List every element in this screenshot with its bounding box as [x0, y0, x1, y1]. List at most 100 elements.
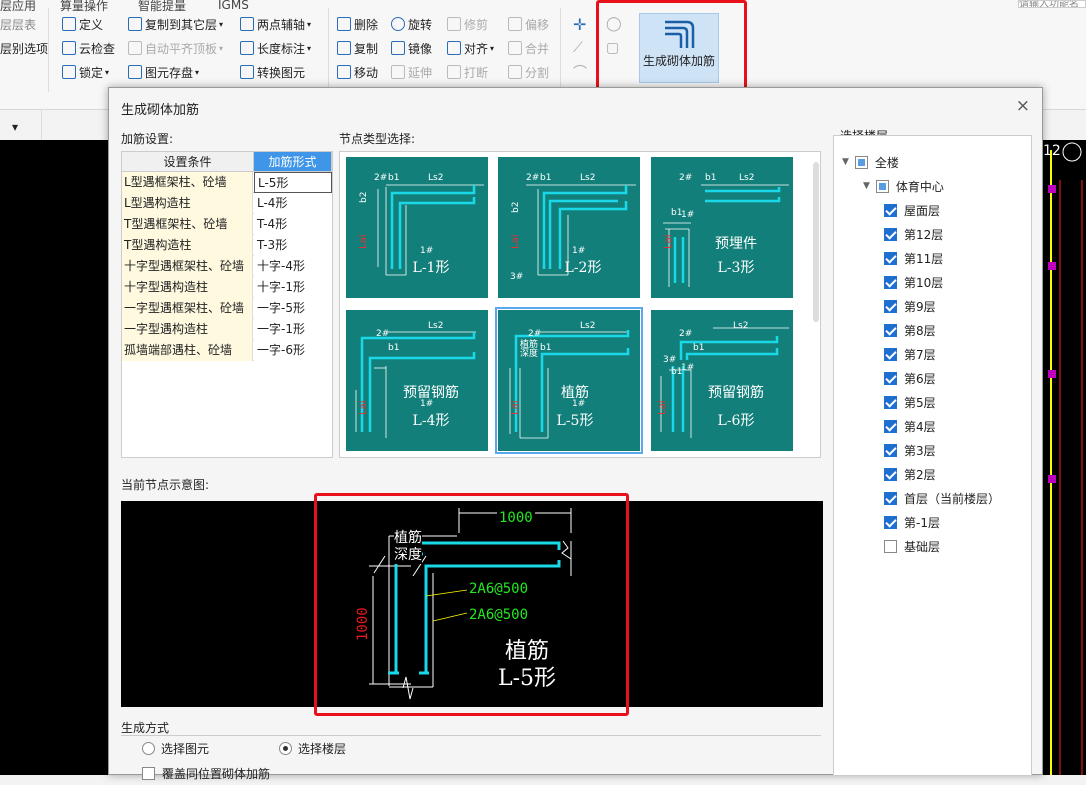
- form-cell[interactable]: 十字-4形: [254, 256, 332, 277]
- svg-text:Ls2: Ls2: [739, 173, 754, 183]
- layer-table-button[interactable]: 层层表: [0, 13, 36, 35]
- layer-options-button[interactable]: 层别选项: [0, 37, 48, 59]
- table-row[interactable]: T型遇构造柱 T-3形: [122, 235, 332, 256]
- copy-to-layer-button[interactable]: 复制到其它层 ▾: [128, 13, 223, 35]
- length-dim-button[interactable]: 长度标注 ▾: [240, 37, 311, 59]
- floor-checkbox[interactable]: [884, 443, 897, 457]
- convert-element-button[interactable]: 转换图元: [240, 61, 305, 83]
- form-cell[interactable]: T-4形: [254, 214, 332, 235]
- collapse-arrow-icon[interactable]: ▼: [842, 157, 849, 167]
- circle-tool[interactable]: ◯: [606, 13, 622, 35]
- floor-item[interactable]: 屋面层: [884, 198, 940, 222]
- table-row[interactable]: L型遇框架柱、砼墙 L-5形: [122, 172, 332, 193]
- floor-item[interactable]: 第8层: [884, 318, 936, 342]
- floor-checkbox[interactable]: [884, 515, 897, 529]
- floor-item[interactable]: 第11层: [884, 246, 943, 270]
- table-row[interactable]: 孤墙端部遇柱、砼墙 一字-6形: [122, 340, 332, 361]
- floor-item[interactable]: 基础层: [884, 534, 940, 558]
- auto-align-button[interactable]: 自动平齐顶板 ▾: [128, 37, 223, 59]
- node-tile[interactable]: Ls2 2# 1# b1 b1 Lai 预埋件 L-3形: [651, 157, 793, 298]
- line-tool[interactable]: ⟋: [573, 37, 583, 59]
- copy-button[interactable]: 复制: [337, 37, 378, 59]
- floor-checkbox[interactable]: [884, 251, 897, 265]
- rect-tool[interactable]: ▢: [606, 37, 619, 59]
- table-row[interactable]: 十字型遇构造柱 十字-1形: [122, 277, 332, 298]
- floor-item[interactable]: 第9层: [884, 294, 936, 318]
- trim-button[interactable]: 修剪: [447, 13, 488, 35]
- form-cell[interactable]: 十字-1形: [254, 277, 332, 298]
- form-cell[interactable]: T-3形: [254, 235, 332, 256]
- form-cell[interactable]: 一字-6形: [254, 340, 332, 361]
- node-tile[interactable]: Ls2 2# 1# b1 Lai 预留钢筋 L-4形: [346, 310, 488, 451]
- node-tile[interactable]: Ls2 2# 1# 植筋 深度 b1 Lai 植筋 L-5形: [497, 309, 641, 452]
- cloud-check-button[interactable]: 云检查: [62, 37, 115, 59]
- table-row[interactable]: 一字型遇构造柱 一字-1形: [122, 319, 332, 340]
- floor-checkbox[interactable]: [884, 467, 897, 481]
- split-button[interactable]: 分割: [508, 61, 549, 83]
- node-tile[interactable]: Ls2 2# 1# 3# b1 b1 Lai 预留钢筋 L-6形: [651, 310, 793, 451]
- radio-button-checked[interactable]: [279, 741, 292, 755]
- floor-item[interactable]: 首层（当前楼层）: [884, 486, 1000, 510]
- table-row[interactable]: T型遇框架柱、砼墙 T-4形: [122, 214, 332, 235]
- floor-checkbox[interactable]: [884, 347, 897, 361]
- overwrite-checkbox[interactable]: 覆盖同位置砌体加筋: [142, 761, 270, 785]
- floor-item[interactable]: 第-1层: [884, 510, 940, 534]
- extend-button[interactable]: 延伸: [391, 61, 432, 83]
- move-button[interactable]: 移动: [337, 61, 378, 83]
- delete-button[interactable]: 删除: [337, 13, 378, 35]
- close-icon[interactable]: ×: [1016, 96, 1030, 116]
- floor-item[interactable]: 第2层: [884, 462, 936, 486]
- tree-root[interactable]: ▼ 全楼: [842, 150, 899, 174]
- floor-item[interactable]: 第5层: [884, 390, 936, 414]
- form-cell[interactable]: L-5形: [254, 172, 332, 193]
- tree-root-checkbox[interactable]: [854, 155, 868, 169]
- rotate-button[interactable]: 旋转: [391, 13, 432, 35]
- node-tile[interactable]: Ls2 2# 1# b2 b1 Lai L-1形: [346, 157, 488, 298]
- define-button[interactable]: 定义: [62, 13, 103, 35]
- arc-tool[interactable]: ⌒: [573, 61, 587, 83]
- floor-item[interactable]: 第6层: [884, 366, 936, 390]
- floor-checkbox[interactable]: [884, 371, 897, 385]
- form-cell[interactable]: L-4形: [254, 193, 332, 214]
- two-point-axis-button[interactable]: 两点辅轴 ▾: [240, 13, 311, 35]
- generate-masonry-rebar-button[interactable]: 生成砌体加筋: [639, 13, 719, 83]
- save-element-button[interactable]: 图元存盘 ▾: [128, 61, 199, 83]
- floor-checkbox[interactable]: [884, 491, 897, 505]
- radio-select-floor[interactable]: 选择楼层: [279, 736, 346, 760]
- grid-scrollbar[interactable]: [813, 162, 819, 322]
- radio-button[interactable]: [142, 741, 155, 755]
- table-row[interactable]: 一字型遇框架柱、砼墙 一字-5形: [122, 298, 332, 319]
- point-tool[interactable]: ✛: [573, 13, 586, 35]
- merge-button[interactable]: 合并: [508, 37, 549, 59]
- node-tile[interactable]: Ls2 2# 1# b2 3# b1 Lai L-2形: [498, 157, 640, 298]
- floor-checkbox[interactable]: [884, 419, 897, 433]
- floor-checkbox[interactable]: [884, 299, 897, 313]
- form-cell[interactable]: 一字-1形: [254, 319, 332, 340]
- floor-item[interactable]: 第7层: [884, 342, 936, 366]
- floor-item[interactable]: 第10层: [884, 270, 943, 294]
- collapse-arrow-icon[interactable]: ▼: [863, 181, 870, 191]
- floor-checkbox[interactable]: [884, 323, 897, 337]
- floor-checkbox[interactable]: [884, 539, 897, 553]
- table-row[interactable]: 十字型遇框架柱、砼墙 十字-4形: [122, 256, 332, 277]
- floor-checkbox[interactable]: [884, 395, 897, 409]
- floor-item[interactable]: 第3层: [884, 438, 936, 462]
- break-button[interactable]: 打断: [447, 61, 488, 83]
- align-button[interactable]: 对齐 ▾: [447, 37, 494, 59]
- floor-item[interactable]: 第4层: [884, 414, 936, 438]
- floor-checkbox[interactable]: [884, 275, 897, 289]
- floor-checkbox[interactable]: [884, 203, 897, 217]
- offset-button[interactable]: 偏移: [508, 13, 549, 35]
- tree-building-checkbox[interactable]: [875, 179, 889, 193]
- form-cell[interactable]: 一字-5形: [254, 298, 332, 319]
- floor-item[interactable]: 第12层: [884, 222, 943, 246]
- search-input[interactable]: 请输入功能名: [1018, 0, 1086, 8]
- mirror-button[interactable]: 镜像: [391, 37, 432, 59]
- dropdown-arrow-icon[interactable]: ▾: [12, 120, 18, 134]
- lock-button[interactable]: 锁定 ▾: [62, 61, 109, 83]
- floor-checkbox[interactable]: [884, 227, 897, 241]
- tree-building[interactable]: ▼ 体育中心: [863, 174, 944, 198]
- table-row[interactable]: L型遇构造柱 L-4形: [122, 193, 332, 214]
- checkbox[interactable]: [142, 766, 155, 780]
- radio-select-element[interactable]: 选择图元: [142, 736, 209, 760]
